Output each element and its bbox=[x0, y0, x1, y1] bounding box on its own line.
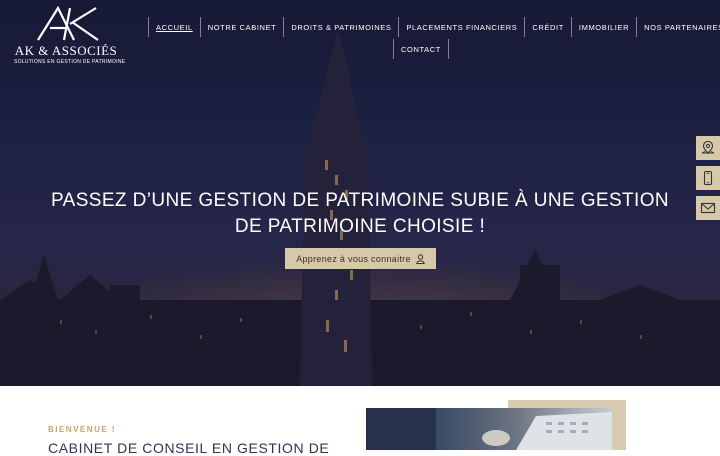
hero-headline: PASSEZ D’UNE GESTION DE PATRIMOINE SUBIE… bbox=[40, 188, 680, 240]
mobile-phone-icon bbox=[703, 170, 713, 186]
ak-monogram-icon bbox=[37, 5, 99, 41]
nav-row-primary: ACCUEIL NOTRE CABINET DROITS & PATRIMOIN… bbox=[148, 17, 720, 37]
main-navigation: ACCUEIL NOTRE CABINET DROITS & PATRIMOIN… bbox=[148, 17, 720, 59]
email-button[interactable] bbox=[696, 196, 720, 220]
nav-item-accueil[interactable]: ACCUEIL bbox=[148, 17, 200, 37]
nav-item-immobilier[interactable]: IMMOBILIER bbox=[570, 17, 636, 37]
brand-tagline: SOLUTIONS EN GESTION DE PATRIMOINE bbox=[14, 59, 126, 65]
nav-item-credit[interactable]: CRÉDIT bbox=[524, 17, 571, 37]
hero-headline-line2: DE PATRIMOINE CHOISIE ! bbox=[234, 216, 486, 237]
hero-banner: AK & ASSOCIÉS SOLUTIONS EN GESTION DE PA… bbox=[0, 0, 720, 386]
hero-headline-line1: PASSEZ D’UNE GESTION DE PATRIMOINE SUBIE… bbox=[50, 190, 670, 211]
intro-photo bbox=[366, 408, 612, 450]
nav-item-notre-cabinet[interactable]: NOTRE CABINET bbox=[199, 17, 284, 37]
person-icon bbox=[415, 253, 425, 264]
nav-item-contact[interactable]: CONTACT bbox=[393, 39, 449, 59]
location-button[interactable] bbox=[696, 136, 720, 160]
office-laptop-image bbox=[366, 408, 612, 450]
envelope-icon bbox=[700, 202, 716, 214]
intro-title: CABINET DE CONSEIL EN GESTION DE bbox=[48, 440, 330, 456]
brand-logo[interactable]: AK & ASSOCIÉS SOLUTIONS EN GESTION DE PA… bbox=[14, 5, 126, 68]
nav-item-droits-patrimoines[interactable]: DROITS & PATRIMOINES bbox=[283, 17, 398, 37]
nav-item-placements-financiers[interactable]: PLACEMENTS FINANCIERS bbox=[398, 17, 524, 37]
nav-item-nos-partenaires[interactable]: NOS PARTENAIRES bbox=[636, 17, 720, 37]
nav-row-secondary: CONTACT bbox=[393, 39, 449, 59]
hero-cta-button[interactable]: Apprenez à vous connaitre bbox=[285, 248, 436, 269]
intro-kicker: BIENVENUE ! bbox=[48, 425, 117, 434]
location-pin-icon bbox=[701, 140, 715, 154]
phone-button[interactable] bbox=[696, 166, 720, 190]
brand-name: AK & ASSOCIÉS bbox=[14, 43, 118, 58]
hero-cta-label: Apprenez à vous connaitre bbox=[296, 253, 411, 264]
